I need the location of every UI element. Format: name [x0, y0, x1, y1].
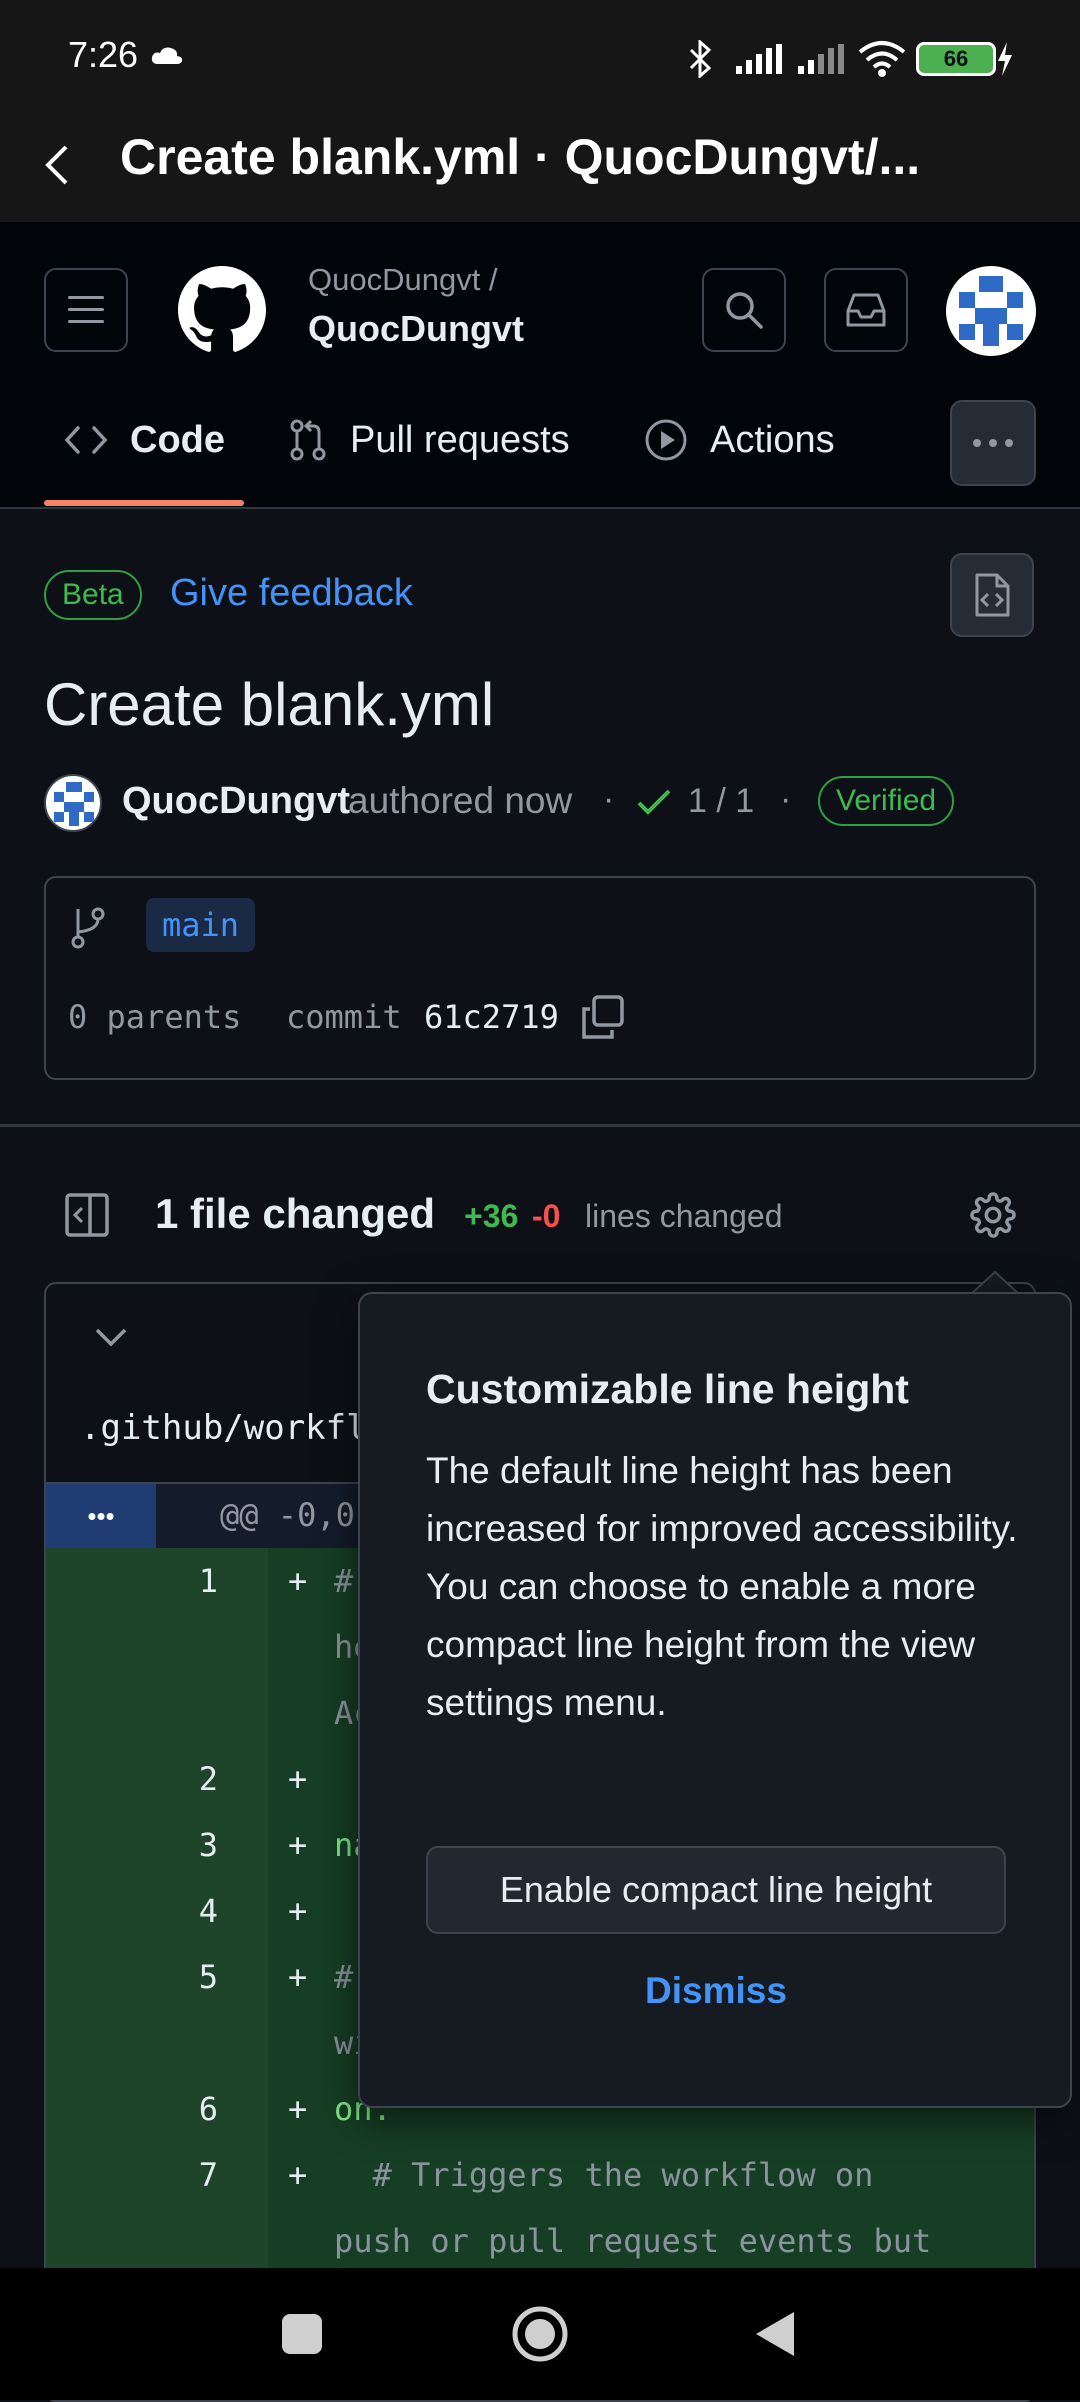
- view-file-button[interactable]: [950, 553, 1034, 637]
- diff-code: # Triggers the workflow on: [334, 2156, 874, 2194]
- line-number[interactable]: 3: [46, 1826, 218, 1864]
- lines-changed-label: lines changed: [585, 1198, 783, 1234]
- tab-code[interactable]: Code: [64, 395, 225, 485]
- back-button[interactable]: [28, 120, 86, 210]
- identicon-icon: [959, 276, 1023, 346]
- diff-sign: +: [288, 1892, 308, 1930]
- diff-sign: +: [288, 1562, 308, 1600]
- charging-icon: [998, 42, 1012, 76]
- author-avatar[interactable]: [44, 774, 102, 832]
- kebab-horizontal-icon: [973, 439, 1013, 447]
- code-icon: [64, 426, 108, 454]
- chevron-down-icon[interactable]: [94, 1326, 128, 1348]
- battery-icon: 66: [916, 42, 996, 76]
- separator-dot: ·: [603, 780, 615, 818]
- hamburger-icon: [68, 296, 104, 323]
- verified-label: Verified: [818, 776, 955, 826]
- menu-button[interactable]: [44, 268, 128, 352]
- repo-name[interactable]: QuocDungvt: [308, 308, 524, 350]
- files-changed: 1 file changed: [155, 1190, 436, 1237]
- bluetooth-icon: [689, 40, 712, 78]
- status-time: 7:26: [68, 34, 139, 75]
- check-icon: [637, 789, 671, 815]
- line-number[interactable]: 5: [46, 1958, 218, 1996]
- active-tab-underline: [44, 500, 244, 506]
- expand-hunk-button[interactable]: •••: [46, 1484, 156, 1548]
- identicon-small-icon: [54, 782, 94, 826]
- repo-owner[interactable]: QuocDungvt /: [308, 262, 498, 298]
- authored-time: authored now: [348, 780, 573, 821]
- popover-body: The default line height has been increas…: [426, 1450, 1018, 1723]
- tab-code-label: Code: [130, 418, 225, 461]
- diff-sign: +: [288, 2156, 308, 2194]
- sidebar-toggle-icon[interactable]: [64, 1192, 110, 1238]
- file-code-icon: [975, 573, 1010, 617]
- checks-count[interactable]: 1 / 1: [688, 782, 754, 821]
- line-number[interactable]: 1: [46, 1562, 218, 1600]
- line-number[interactable]: 7: [46, 2156, 218, 2194]
- user-avatar[interactable]: [946, 266, 1036, 356]
- inbox-button[interactable]: [824, 268, 908, 352]
- beta-badge: Beta: [44, 570, 142, 620]
- parents-count: 0 parents: [68, 998, 242, 1036]
- git-branch-icon: [71, 907, 105, 949]
- diff-sign: +: [288, 1826, 308, 1864]
- beta-label: Beta: [44, 570, 142, 620]
- signal-icon-1: [736, 44, 782, 74]
- play-icon: [645, 419, 687, 461]
- line-number[interactable]: 4: [46, 1892, 218, 1930]
- commit-author[interactable]: QuocDungvt: [122, 780, 350, 823]
- wifi-icon: [858, 41, 906, 77]
- copy-icon[interactable]: [580, 994, 626, 1040]
- verified-badge[interactable]: Verified: [818, 776, 955, 826]
- commit-label: commit: [286, 998, 402, 1036]
- popover-title: Customizable line height: [426, 1366, 909, 1412]
- tab-pull-requests-label: Pull requests: [350, 418, 570, 461]
- gear-icon[interactable]: [970, 1192, 1016, 1238]
- deletions-count: -0: [532, 1198, 561, 1234]
- cloud-icon: [151, 47, 183, 64]
- give-feedback-link[interactable]: Give feedback: [170, 572, 413, 615]
- commit-title: Create blank.yml: [44, 671, 495, 738]
- tab-actions-label: Actions: [710, 418, 835, 461]
- hunk-header: @@ -0,0: [220, 1496, 355, 1534]
- separator-dot-2: ·: [780, 780, 792, 818]
- inbox-icon: [846, 293, 886, 327]
- dismiss-button[interactable]: Dismiss: [426, 1970, 1006, 2012]
- diff-sign: +: [288, 1958, 308, 1996]
- commit-sha: 61c2719: [424, 998, 559, 1036]
- signal-icon-2: [798, 44, 844, 74]
- enable-compact-button[interactable]: Enable compact line height: [426, 1846, 1006, 1934]
- branch-name[interactable]: main: [146, 898, 256, 952]
- additions-count: +36: [464, 1198, 519, 1234]
- diff-code: push or pull request events but: [334, 2222, 932, 2260]
- pull-request-icon: [290, 419, 326, 461]
- line-height-popover: Customizable line height The default lin…: [358, 1292, 1072, 2108]
- back-triangle-icon[interactable]: [754, 2310, 796, 2358]
- line-number[interactable]: 6: [46, 2090, 218, 2128]
- diff-sign: +: [288, 1760, 308, 1798]
- search-button[interactable]: [702, 268, 786, 352]
- search-icon: [726, 292, 763, 329]
- battery-level: 66: [943, 46, 969, 71]
- tab-actions[interactable]: Actions: [644, 395, 835, 485]
- more-tabs-button[interactable]: [950, 400, 1036, 486]
- file-path[interactable]: .github/workfl: [80, 1408, 367, 1448]
- section-divider: [0, 1124, 1080, 1127]
- chevron-left-icon: [45, 145, 68, 185]
- recents-square-icon[interactable]: [282, 2314, 322, 2354]
- line-number[interactable]: 2: [46, 1760, 218, 1798]
- home-circle-icon[interactable]: [510, 2304, 570, 2364]
- diff-sign: +: [288, 2090, 308, 2128]
- app-bar-title: Create blank.yml · QuocDungvt/...: [120, 129, 921, 185]
- tab-pull-requests[interactable]: Pull requests: [288, 395, 570, 485]
- github-logo-icon[interactable]: [178, 266, 266, 354]
